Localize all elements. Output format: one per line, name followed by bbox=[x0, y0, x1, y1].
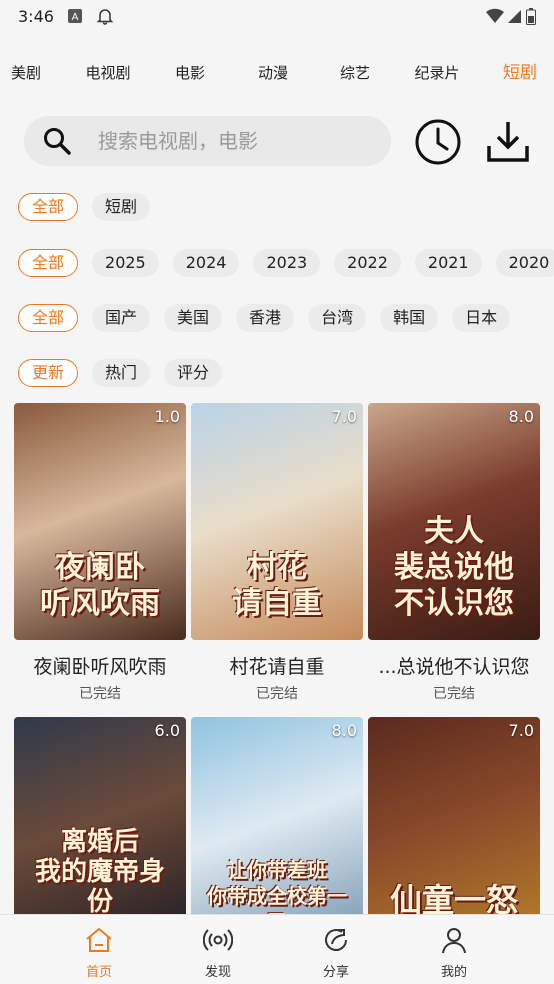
share-icon bbox=[325, 929, 347, 951]
rating-badge: 8.0 bbox=[508, 407, 534, 426]
sort-latest[interactable]: 更新 bbox=[18, 359, 79, 387]
tab-us-drama[interactable]: 美剧 bbox=[11, 56, 41, 90]
svg-text:A: A bbox=[72, 12, 79, 23]
tab-movies[interactable]: 电影 bbox=[175, 56, 205, 90]
status-bar: 3:46 A bbox=[0, 0, 554, 32]
drama-status: 已完结 bbox=[256, 686, 298, 702]
filter-year-2020[interactable]: 2020 bbox=[495, 249, 554, 277]
filter-sort-row: 更新 热门 评分 bbox=[18, 359, 223, 389]
nav-home-label: 首页 bbox=[85, 965, 112, 980]
filter-region-korea[interactable]: 韩国 bbox=[380, 304, 439, 332]
wifi-icon bbox=[486, 8, 504, 23]
nav-share-label: 分享 bbox=[322, 965, 349, 980]
filter-region-japan[interactable]: 日本 bbox=[452, 304, 511, 332]
drama-title[interactable]: ...总说他不认识您 bbox=[368, 652, 540, 679]
home-icon bbox=[86, 927, 112, 952]
search-icon bbox=[44, 128, 71, 155]
filter-year-2022[interactable]: 2022 bbox=[334, 249, 401, 277]
filter-year-2021[interactable]: 2021 bbox=[414, 249, 482, 277]
drama-status: 已完结 bbox=[433, 686, 475, 702]
nav-home[interactable]: 首页 bbox=[69, 925, 129, 980]
drama-poster[interactable]: 8.0 夫人 裴总说他 不认识您 bbox=[368, 403, 540, 640]
drama-poster[interactable]: 7.0 村花 请自重 bbox=[191, 403, 363, 640]
broadcast-icon bbox=[203, 929, 233, 951]
filter-region-row: 全部 国产 美国 香港 台湾 韩国 日本 bbox=[18, 304, 511, 334]
bottom-nav: 首页 发现 分享 我的 bbox=[0, 914, 554, 984]
nav-share[interactable]: 分享 bbox=[306, 925, 366, 980]
filter-type-row: 全部 短剧 bbox=[18, 193, 151, 223]
tab-anime[interactable]: 动漫 bbox=[258, 56, 288, 90]
rating-badge: 6.0 bbox=[154, 721, 180, 740]
poster-title-art: 村花 请自重 bbox=[232, 550, 322, 621]
filter-region-all[interactable]: 全部 bbox=[18, 304, 79, 332]
rating-badge: 7.0 bbox=[508, 721, 534, 740]
filter-year-row: 全部 2025 2024 2023 2022 2021 2020 bbox=[18, 249, 554, 279]
drama-card[interactable]: 1.0 夜阑卧 听风吹雨 夜阑卧听风吹雨 已完结 bbox=[14, 403, 186, 703]
poster-title-art: 夫人 裴总说他 不认识您 bbox=[394, 514, 514, 621]
drama-status: 已完结 bbox=[79, 686, 121, 702]
poster-title-art: 仙童一怒 bbox=[389, 881, 518, 919]
search-input[interactable] bbox=[98, 129, 358, 153]
download-icon[interactable] bbox=[484, 118, 532, 166]
tab-tv-series[interactable]: 电视剧 bbox=[85, 56, 130, 90]
sort-rating[interactable]: 评分 bbox=[164, 359, 223, 387]
drama-card[interactable]: 7.0 村花 请自重 村花请自重 已完结 bbox=[191, 403, 363, 703]
filter-region-mainland[interactable]: 国产 bbox=[92, 304, 151, 332]
nav-discover[interactable]: 发现 bbox=[188, 925, 248, 980]
filter-year-2025[interactable]: 2025 bbox=[92, 249, 159, 277]
drama-card[interactable]: 8.0 夫人 裴总说他 不认识您 ...总说他不认识您 已完结 bbox=[368, 403, 540, 703]
filter-type-all[interactable]: 全部 bbox=[18, 193, 79, 221]
nav-profile[interactable]: 我的 bbox=[424, 925, 484, 980]
user-icon bbox=[442, 928, 466, 954]
nav-discover-label: 发现 bbox=[204, 965, 231, 980]
notification-bell-icon bbox=[96, 7, 114, 25]
sort-popular[interactable]: 热门 bbox=[92, 359, 151, 387]
filter-region-hongkong[interactable]: 香港 bbox=[236, 304, 295, 332]
keyboard-a-icon: A bbox=[66, 7, 84, 25]
history-clock-icon[interactable] bbox=[414, 118, 462, 166]
drama-poster[interactable]: 1.0 夜阑卧 听风吹雨 bbox=[14, 403, 186, 640]
nav-profile-label: 我的 bbox=[440, 965, 467, 980]
filter-region-us[interactable]: 美国 bbox=[164, 304, 223, 332]
status-time: 3:46 bbox=[18, 6, 54, 26]
rating-badge: 8.0 bbox=[331, 721, 357, 740]
tab-documentary[interactable]: 纪录片 bbox=[414, 56, 459, 90]
tab-short-drama[interactable]: 短剧 bbox=[503, 56, 537, 90]
battery-icon bbox=[526, 7, 536, 25]
category-tabs: 美剧 电视剧 电影 动漫 综艺 纪录片 短剧 bbox=[0, 56, 554, 90]
filter-year-all[interactable]: 全部 bbox=[18, 249, 79, 277]
filter-year-2024[interactable]: 2024 bbox=[172, 249, 240, 277]
rating-badge: 7.0 bbox=[331, 407, 357, 426]
poster-title-art: 夜阑卧 听风吹雨 bbox=[40, 550, 160, 621]
filter-year-2023[interactable]: 2023 bbox=[253, 249, 321, 277]
filter-type-short-drama[interactable]: 短剧 bbox=[92, 193, 151, 221]
signal-icon bbox=[508, 10, 521, 23]
drama-title[interactable]: 夜阑卧听风吹雨 bbox=[14, 652, 186, 679]
tab-variety[interactable]: 综艺 bbox=[340, 56, 370, 90]
search-bar[interactable] bbox=[24, 116, 391, 166]
drama-title[interactable]: 村花请自重 bbox=[191, 652, 363, 679]
rating-badge: 1.0 bbox=[154, 407, 180, 426]
filter-region-taiwan[interactable]: 台湾 bbox=[308, 304, 367, 332]
